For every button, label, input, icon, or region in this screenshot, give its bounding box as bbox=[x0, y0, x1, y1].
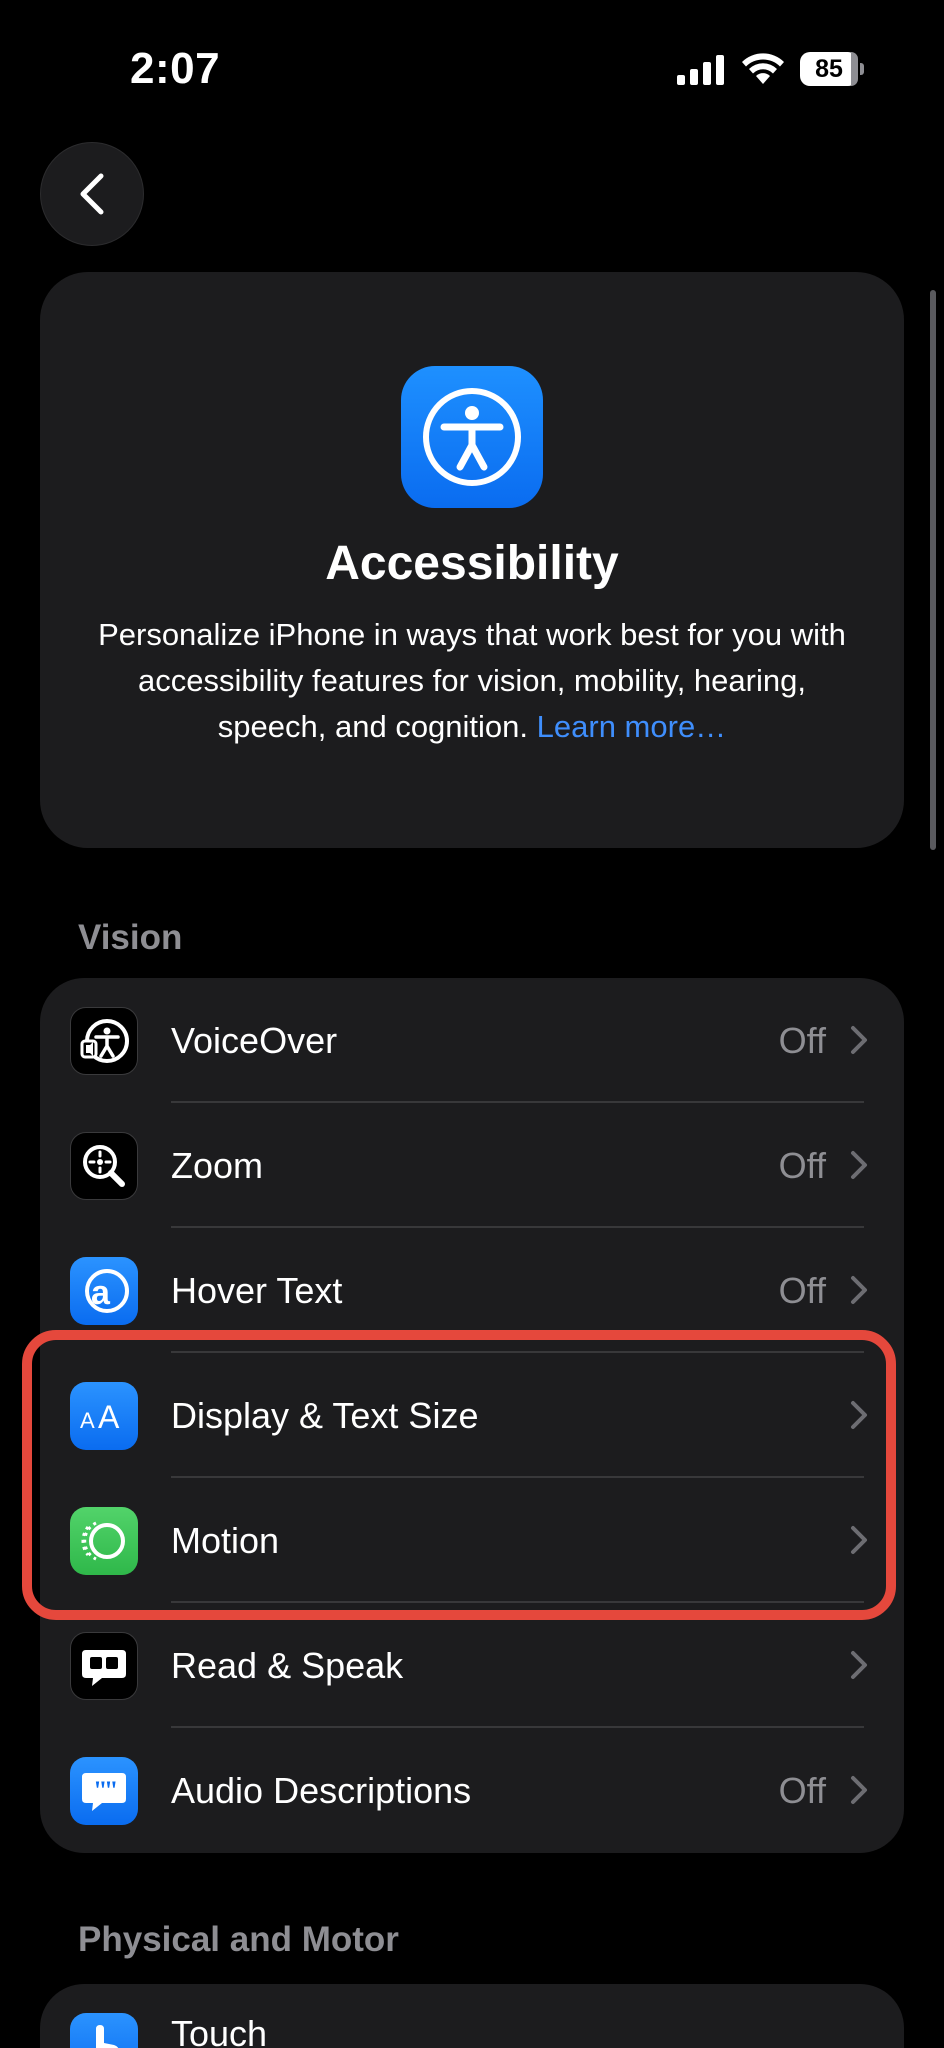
description-text: Personalize iPhone in ways that work bes… bbox=[98, 617, 846, 744]
back-button[interactable] bbox=[40, 142, 144, 246]
chevron-right-icon bbox=[851, 1401, 867, 1429]
list-item-value: Off bbox=[778, 1770, 826, 1811]
cellular-signal-icon bbox=[677, 55, 724, 85]
touch-icon bbox=[70, 2013, 138, 2048]
list-item-label: Zoom bbox=[171, 1145, 264, 1186]
chevron-left-icon bbox=[80, 173, 104, 215]
learn-more-link[interactable]: Learn more… bbox=[537, 709, 727, 744]
status-bar: 2:07 85 bbox=[0, 0, 944, 140]
accessibility-header-card: Accessibility Personalize iPhone in ways… bbox=[40, 272, 904, 848]
list-item-label: VoiceOver bbox=[171, 1020, 338, 1061]
physical-motor-group: Touch bbox=[40, 1984, 904, 2048]
accessibility-icon bbox=[401, 366, 543, 508]
chevron-right-icon bbox=[851, 1026, 867, 1054]
list-item-voiceover[interactable]: VoiceOver Off bbox=[40, 978, 904, 1103]
vision-group: VoiceOver Off Zoom Off a Hover Text Off … bbox=[40, 978, 904, 1853]
status-time: 2:07 bbox=[130, 44, 221, 93]
list-item-label: Hover Text bbox=[171, 1270, 343, 1311]
list-item-read-speak[interactable]: Read & Speak bbox=[40, 1603, 904, 1728]
list-item-label: Display & Text Size bbox=[171, 1395, 479, 1436]
list-item-audio-descriptions[interactable]: " " Audio Descriptions Off bbox=[40, 1728, 904, 1853]
section-header-vision: Vision bbox=[78, 918, 183, 957]
list-item-label: Motion bbox=[171, 1520, 280, 1561]
chevron-right-icon bbox=[851, 1276, 867, 1304]
list-item-label: Touch bbox=[171, 2013, 268, 2048]
motion-icon bbox=[70, 1507, 138, 1575]
list-item-zoom[interactable]: Zoom Off bbox=[40, 1103, 904, 1228]
svg-text:A: A bbox=[80, 1408, 95, 1433]
chevron-right-icon bbox=[851, 1151, 867, 1179]
chevron-right-icon bbox=[851, 1776, 867, 1804]
list-item-value: Off bbox=[778, 1270, 826, 1311]
battery-level: 85 bbox=[815, 54, 843, 83]
list-item-value: Off bbox=[778, 1020, 826, 1061]
list-item-motion[interactable]: Motion bbox=[40, 1478, 904, 1603]
chevron-right-icon bbox=[851, 1526, 867, 1554]
section-header-physical-motor: Physical and Motor bbox=[78, 1920, 399, 1959]
read-speak-icon bbox=[70, 1632, 138, 1700]
audio-descriptions-icon: " " bbox=[70, 1757, 138, 1825]
page-description: Personalize iPhone in ways that work bes… bbox=[80, 612, 864, 750]
chevron-right-icon bbox=[851, 1651, 867, 1679]
list-item-touch[interactable]: Touch bbox=[40, 1984, 904, 2048]
svg-text:A: A bbox=[98, 1399, 120, 1435]
wifi-icon bbox=[742, 53, 784, 84]
list-item-hover-text[interactable]: a Hover Text Off bbox=[40, 1228, 904, 1353]
hover-text-icon: a bbox=[70, 1257, 138, 1325]
list-item-label: Audio Descriptions bbox=[171, 1770, 472, 1811]
display-text-size-icon: A A bbox=[70, 1382, 138, 1450]
accessibility-screen: 2:07 85 Accessibility Personalize iPhone… bbox=[0, 0, 944, 2048]
svg-text:a: a bbox=[91, 1274, 111, 1312]
list-item-display-text-size[interactable]: A A Display & Text Size bbox=[40, 1353, 904, 1478]
battery-indicator: 85 bbox=[800, 52, 864, 86]
scrollbar[interactable] bbox=[930, 290, 936, 850]
zoom-icon bbox=[70, 1132, 138, 1200]
svg-text:": " bbox=[104, 1776, 118, 1805]
list-item-value: Off bbox=[778, 1145, 826, 1186]
page-title: Accessibility bbox=[325, 537, 619, 590]
voiceover-icon bbox=[70, 1007, 138, 1075]
list-item-label: Read & Speak bbox=[171, 1645, 404, 1686]
